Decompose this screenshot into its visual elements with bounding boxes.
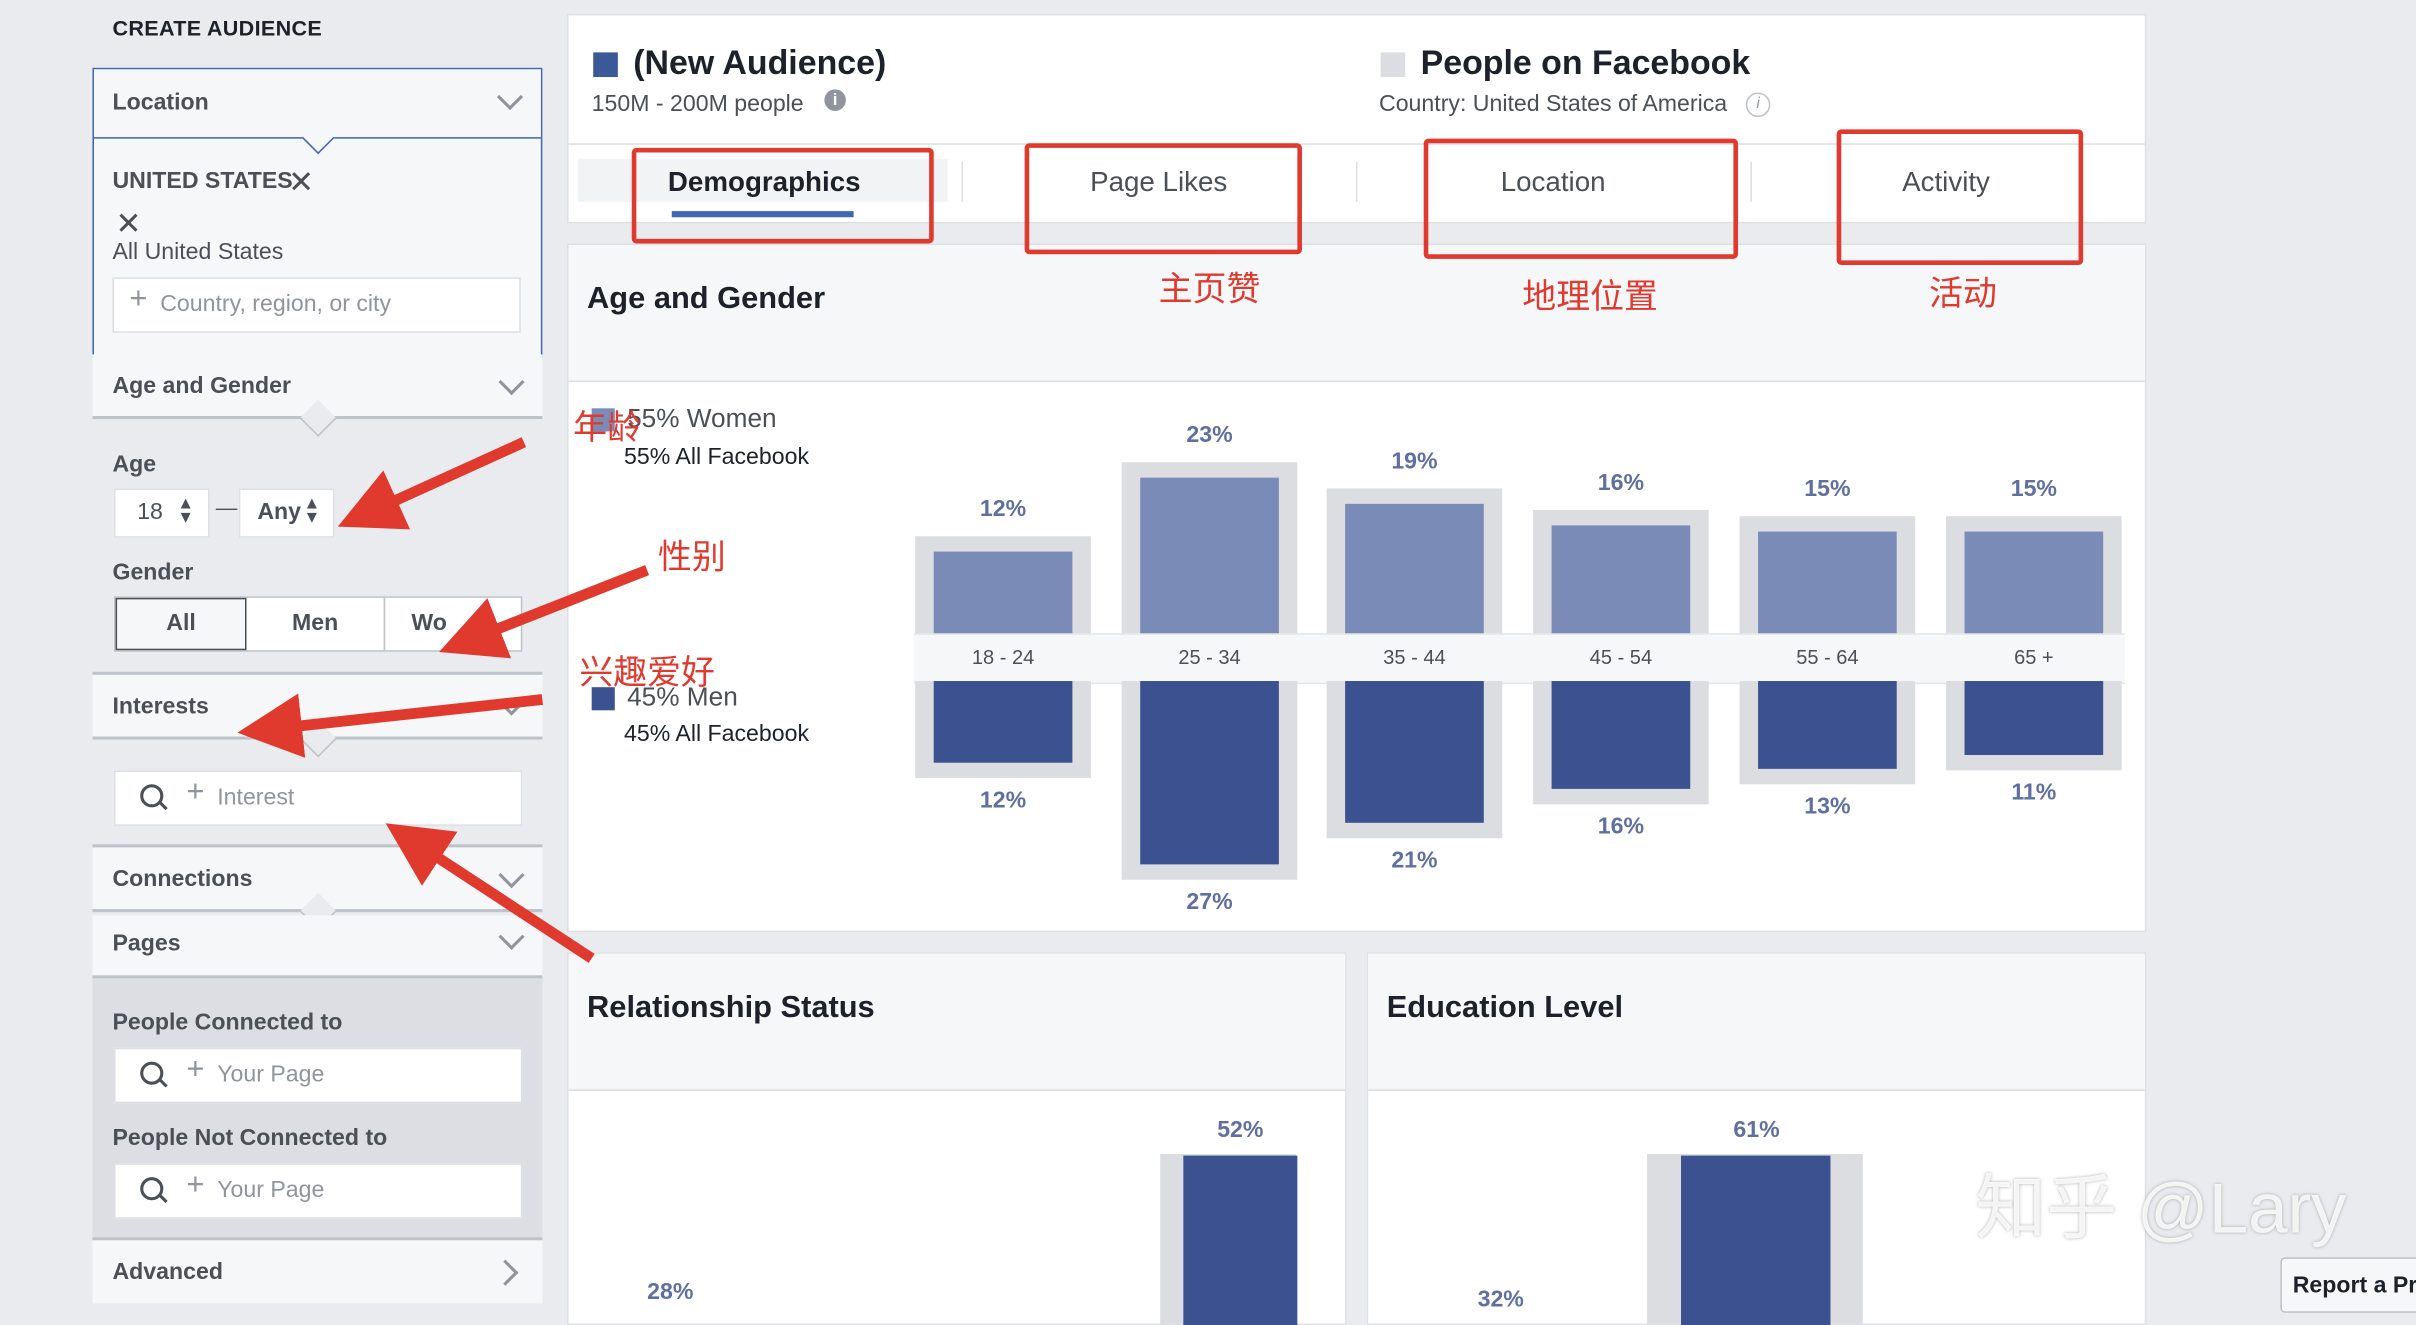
watermark: 知乎 @Lary	[1975, 1167, 2347, 1249]
report-problem-label: Report a Pr	[2292, 1272, 2416, 1299]
arrow-to-interests-header	[237, 693, 543, 758]
report-problem-button[interactable]: Report a Pr	[2280, 1257, 2416, 1313]
audience-insights-screen: CREATE AUDIENCE Location UNITED STATES ✕…	[0, 0, 2416, 1325]
arrow-to-age-select	[337, 437, 527, 530]
arrow-to-gender-toggle	[439, 565, 650, 659]
annotation-arrows	[237, 437, 650, 963]
arrow-to-interest-input	[385, 823, 595, 963]
